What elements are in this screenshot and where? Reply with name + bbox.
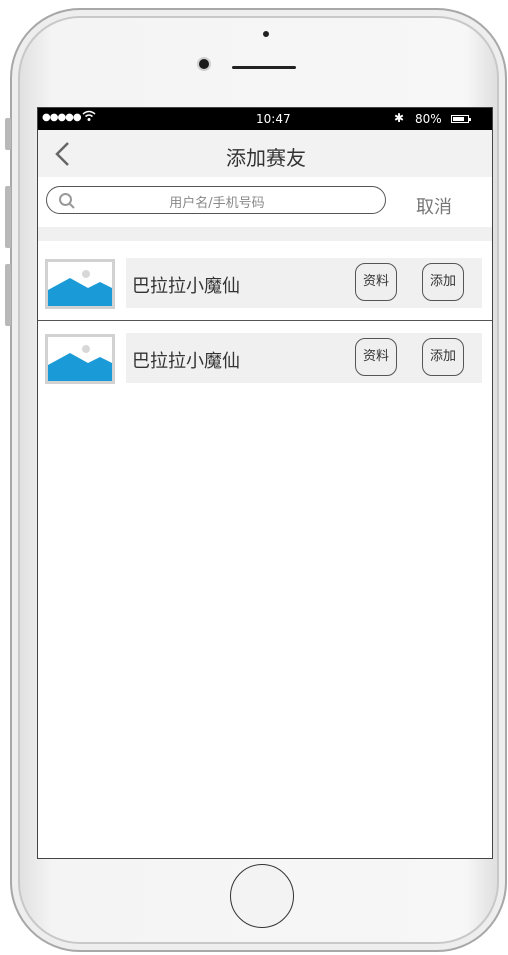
search-row: 用户名/手机号码 取消 (38, 177, 492, 227)
page-title: 添加赛友 (226, 146, 306, 170)
proximity-sensor (263, 31, 269, 37)
battery-percent: 80% (415, 112, 442, 126)
image-placeholder-icon (45, 334, 115, 384)
nav-bar: 添加赛友 (38, 130, 492, 177)
earpiece-speaker (232, 66, 296, 69)
section-gap (38, 227, 492, 241)
bluetooth-icon: ✱ (394, 111, 405, 125)
add-friend-button[interactable]: 添加 (422, 263, 464, 301)
search-input[interactable]: 用户名/手机号码 (46, 186, 386, 214)
front-camera (199, 59, 209, 69)
home-button[interactable] (230, 864, 294, 928)
row-divider (38, 320, 492, 321)
battery-icon (451, 115, 471, 123)
battery-fill (453, 117, 465, 121)
search-placeholder: 用户名/手机号码 (169, 196, 265, 211)
signal-strength: ●●●●● (42, 112, 82, 123)
add-friend-button[interactable]: 添加 (422, 338, 464, 376)
friend-row-panel: 巴拉拉小魔仙 资料 添加 (126, 258, 482, 308)
friend-row: 巴拉拉小魔仙 资料 添加 (38, 330, 492, 388)
volume-down-button (5, 264, 11, 326)
friend-row-panel: 巴拉拉小魔仙 资料 添加 (126, 333, 482, 383)
image-placeholder-icon (45, 259, 115, 309)
profile-button[interactable]: 资料 (355, 263, 397, 301)
mute-switch (5, 118, 11, 150)
phone-screen: ●●●●● 10:47 ✱ 80% 添加赛友 用户名/手机号码 取消 巴拉拉小魔… (37, 107, 493, 859)
cancel-button[interactable]: 取消 (416, 193, 452, 219)
status-time: 10:47 (256, 112, 291, 126)
profile-button[interactable]: 资料 (355, 338, 397, 376)
friend-name: 巴拉拉小魔仙 (132, 276, 240, 297)
friend-row: 巴拉拉小魔仙 资料 添加 (38, 255, 492, 313)
status-bar: ●●●●● 10:47 ✱ 80% (38, 108, 492, 130)
volume-up-button (5, 186, 11, 248)
friend-name: 巴拉拉小魔仙 (132, 351, 240, 372)
wifi-icon (82, 110, 96, 126)
